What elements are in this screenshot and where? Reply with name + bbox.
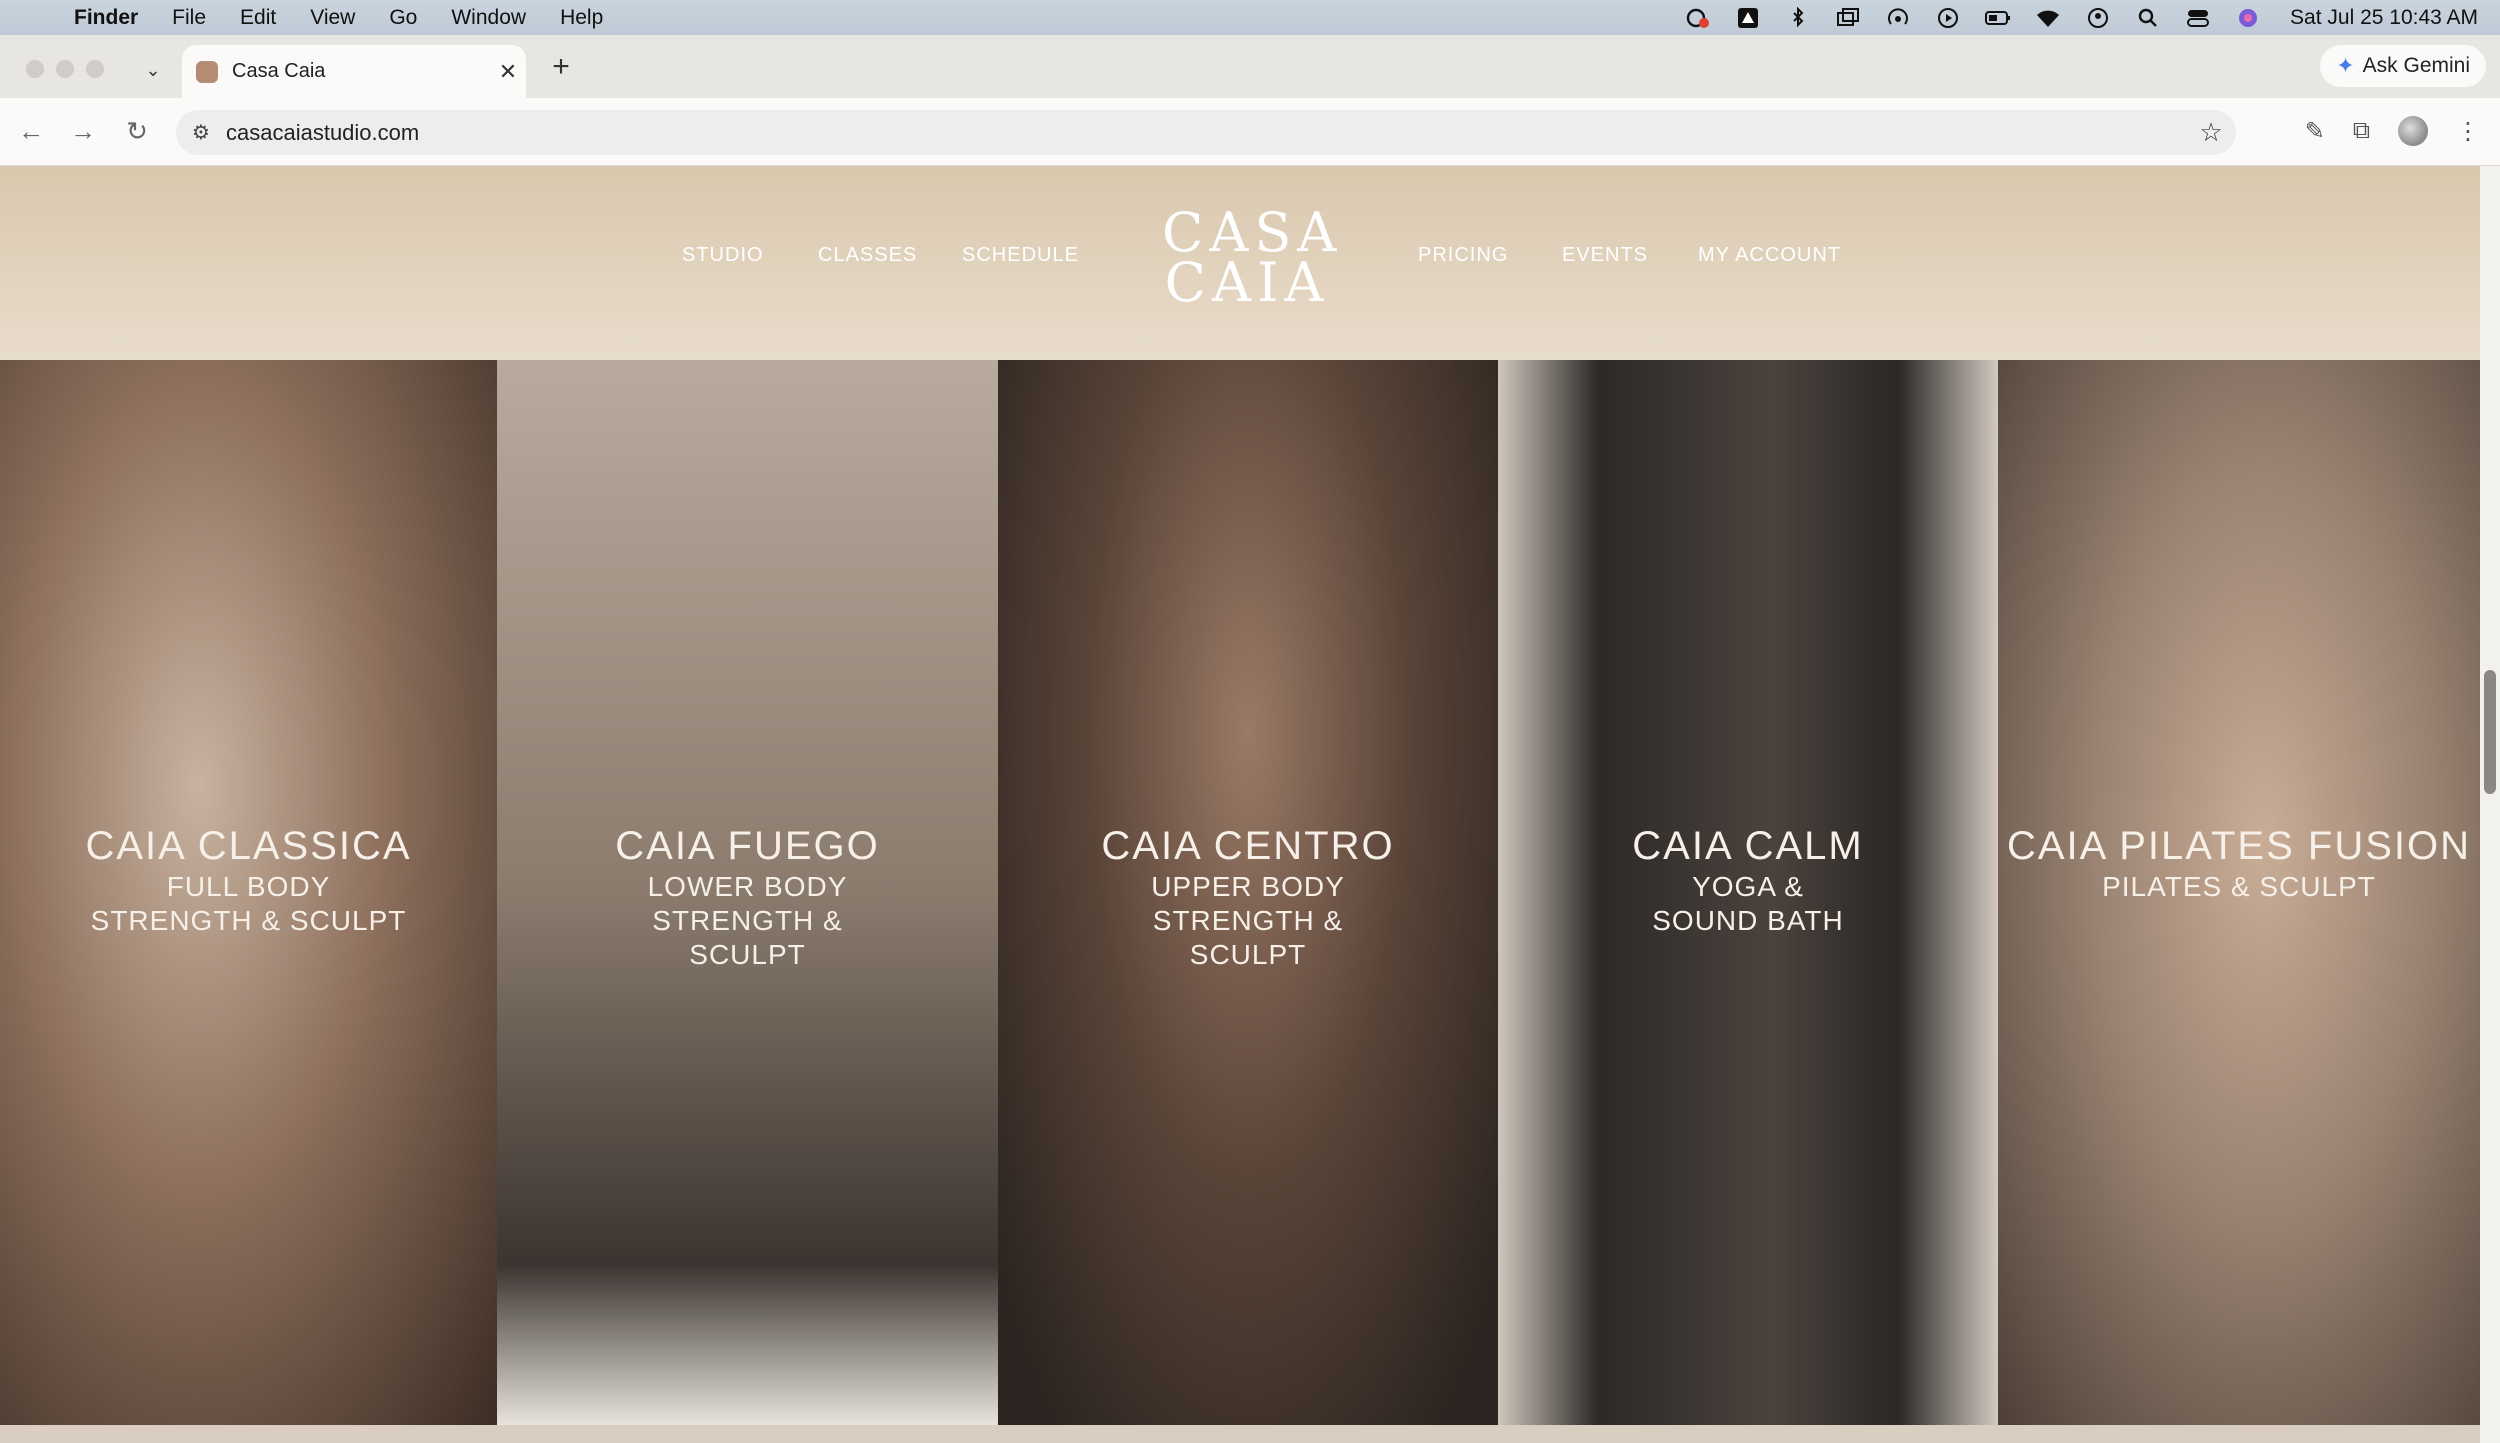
class-label: CAIA CALM YOGA & SOUND BATH — [1498, 822, 1998, 938]
wifi-icon[interactable] — [2034, 7, 2062, 29]
new-tab-plus-icon[interactable]: + — [546, 50, 576, 84]
class-subtitle: FULL BODY STRENGTH & SCULPT — [90, 871, 407, 936]
class-label: CAIA CLASSICA FULL BODY STRENGTH & SCULP… — [0, 822, 497, 938]
url-text[interactable]: casacaiastudio.com — [226, 120, 2186, 146]
airdrop-icon[interactable] — [1884, 7, 1912, 29]
menu-edit[interactable]: Edit — [223, 6, 293, 30]
bluetooth-icon[interactable] — [1784, 6, 1812, 29]
kebab-menu-icon[interactable]: ⋮ — [2456, 117, 2480, 146]
class-panel-calm[interactable]: CAIA CALM YOGA & SOUND BATH — [1498, 360, 1998, 1425]
creative-cloud-icon[interactable] — [1684, 7, 1712, 29]
class-name: CAIA PILATES FUSION — [2006, 824, 2472, 868]
macos-menu-bar: Finder File Edit View Go Window Help Sat… — [0, 0, 2500, 35]
class-panel-fuego[interactable]: CAIA FUEGO LOWER BODY STRENGTH & SCULPT — [497, 360, 998, 1425]
menu-view[interactable]: View — [293, 6, 372, 30]
class-subtitle: UPPER BODY STRENGTH & SCULPT — [1151, 871, 1345, 970]
class-name: CAIA CALM — [1632, 824, 1864, 868]
page-footer-edge — [0, 1425, 2480, 1443]
nav-my-account[interactable]: MY ACCOUNT — [1698, 244, 1841, 267]
window-switcher-icon[interactable] — [1834, 7, 1862, 29]
menu-help[interactable]: Help — [543, 6, 620, 30]
tab-casa-caia[interactable]: Casa Caia ✕ — [182, 45, 526, 98]
minimize-window-button[interactable] — [56, 60, 74, 78]
window-controls — [26, 60, 104, 78]
browser-toolbar: ← → ↻ ⚙ casacaiastudio.com ☆ ✎ ⧉ ⋮ — [0, 98, 2500, 166]
class-name: CAIA FUEGO — [615, 824, 880, 868]
nav-pricing[interactable]: PRICING — [1418, 244, 1508, 267]
nav-studio[interactable]: STUDIO — [682, 244, 764, 267]
nav-schedule[interactable]: SCHEDULE — [962, 244, 1079, 267]
tab-close-icon[interactable]: ✕ — [490, 59, 526, 85]
battery-icon[interactable] — [1984, 7, 2012, 29]
site-header: STUDIO CLASSES SCHEDULE CASA CAIA PRICIN… — [0, 166, 2480, 360]
class-panel-pilates-fusion[interactable]: CAIA PILATES FUSION PILATES & SCULPT — [1998, 360, 2480, 1425]
menu-file[interactable]: File — [155, 6, 223, 30]
spotlight-search-icon[interactable] — [2134, 7, 2162, 29]
close-window-button[interactable] — [26, 60, 44, 78]
web-page: STUDIO CLASSES SCHEDULE CASA CAIA PRICIN… — [0, 166, 2480, 1443]
browser-tab-strip: ⌄ Casa Caia ✕ + ✦ Ask Gemini — [0, 35, 2500, 98]
class-name: CAIA CLASSICA — [85, 824, 412, 868]
class-panel-centro[interactable]: CAIA CENTRO UPPER BODY STRENGTH & SCULPT — [998, 360, 1498, 1425]
app-menu: Finder File Edit View Go Window Help — [70, 6, 620, 30]
menu-finder[interactable]: Finder — [70, 6, 155, 30]
class-label: CAIA PILATES FUSION PILATES & SCULPT — [1998, 822, 2480, 904]
nav-classes[interactable]: CLASSES — [818, 244, 917, 267]
class-name: CAIA CENTRO — [1101, 824, 1395, 868]
scrollbar-thumb[interactable] — [2484, 670, 2496, 794]
class-subtitle: PILATES & SCULPT — [2102, 871, 2376, 902]
status-bar: Sat Jul 25 10:43 AM — [1684, 0, 2478, 35]
ask-gemini-label: Ask Gemini — [2362, 54, 2470, 77]
back-arrow-icon[interactable]: ← — [14, 114, 48, 148]
class-label: CAIA CENTRO UPPER BODY STRENGTH & SCULPT — [998, 822, 1498, 972]
menu-go[interactable]: Go — [372, 6, 434, 30]
logo-line-2: CAIA — [1164, 251, 1330, 314]
play-icon[interactable] — [1934, 7, 1962, 29]
class-label: CAIA FUEGO LOWER BODY STRENGTH & SCULPT — [497, 822, 998, 972]
menu-window[interactable]: Window — [434, 6, 543, 30]
zoom-window-button[interactable] — [86, 60, 104, 78]
menubar-clock[interactable]: Sat Jul 25 10:43 AM — [2290, 6, 2478, 30]
extensions-puzzle-icon[interactable]: ⧉ — [2353, 117, 2370, 145]
control-center-icon[interactable] — [2184, 7, 2212, 29]
siri-icon[interactable] — [2234, 7, 2262, 29]
reload-icon[interactable]: ↻ — [120, 114, 154, 148]
casa-caia-logo[interactable]: CASA CAIA — [1162, 206, 1336, 314]
page-scrollbar[interactable] — [2480, 166, 2500, 1443]
class-subtitle: YOGA & SOUND BATH — [1652, 871, 1844, 936]
class-subtitle: LOWER BODY STRENGTH & SCULPT — [647, 871, 848, 970]
address-bar[interactable]: ⚙ casacaiastudio.com ☆ — [176, 110, 2236, 155]
site-info-icon[interactable]: ⚙ — [176, 120, 226, 145]
user-icon[interactable] — [2084, 7, 2112, 29]
ask-gemini-button[interactable]: ✦ Ask Gemini — [2320, 45, 2486, 87]
forward-arrow-icon[interactable]: → — [66, 114, 100, 148]
pen-extension-icon[interactable]: ✎ — [2305, 117, 2325, 146]
gemini-sparkle-icon: ✦ — [2336, 53, 2355, 78]
tab-title: Casa Caia — [232, 60, 326, 82]
toolbar-actions: ✎ ⧉ ⋮ — [2305, 116, 2480, 146]
tab-search-chevron-icon[interactable]: ⌄ — [138, 55, 168, 85]
site-favicon-icon — [196, 60, 218, 83]
drive-icon[interactable] — [1734, 7, 1762, 29]
bookmark-star-icon[interactable]: ☆ — [2186, 117, 2236, 148]
profile-avatar[interactable] — [2398, 116, 2428, 146]
nav-events[interactable]: EVENTS — [1562, 244, 1648, 267]
class-panel-classica[interactable]: CAIA CLASSICA FULL BODY STRENGTH & SCULP… — [0, 360, 497, 1425]
class-panels: CAIA CLASSICA FULL BODY STRENGTH & SCULP… — [0, 360, 2480, 1425]
